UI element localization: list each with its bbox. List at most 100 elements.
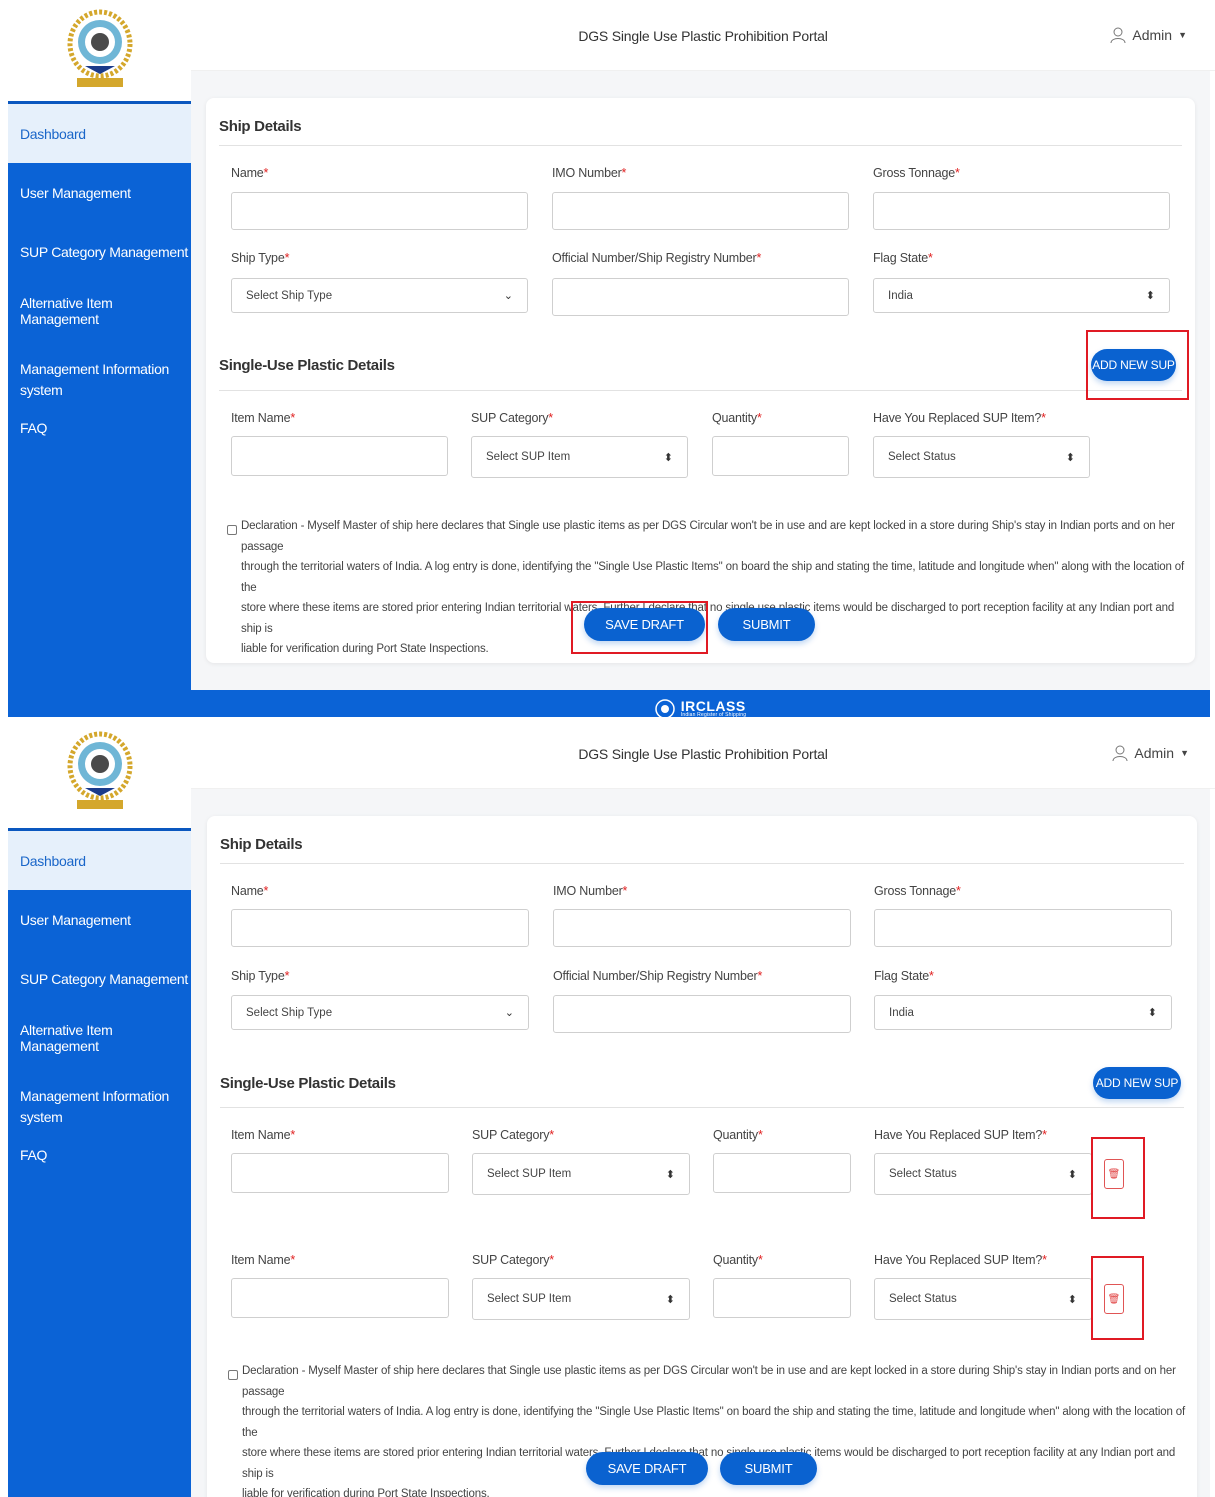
replaced-label: Have You Replaced SUP Item?*: [874, 1128, 1047, 1142]
sidebar-item-sup-category-management[interactable]: SUP Category Management: [8, 222, 191, 281]
sidebar-item-mis[interactable]: Management Information system: [8, 1067, 191, 1147]
highlight-delete-row-2: [1091, 1256, 1144, 1340]
sort-arrows-icon: ⬍: [1067, 1293, 1077, 1306]
official-number-label: Official Number/Ship Registry Number*: [553, 969, 763, 983]
sidebar-item-user-management[interactable]: User Management: [8, 890, 191, 949]
official-number-input[interactable]: [552, 278, 849, 316]
flag-state-select[interactable]: India ⬍: [873, 278, 1170, 313]
item-name-input[interactable]: [231, 1278, 449, 1318]
user-menu[interactable]: Admin ▼: [1112, 745, 1189, 761]
sort-arrows-icon: ⬍: [1147, 1007, 1157, 1019]
sidebar: Dashboard User Management SUP Category M…: [8, 717, 191, 1497]
sidebar-item-faq[interactable]: FAQ: [8, 1147, 191, 1187]
replaced-select[interactable]: Select Status ⬍: [873, 436, 1090, 478]
sidebar-item-alternative-item-management[interactable]: Alternative Item Management: [8, 1008, 191, 1067]
sidebar-item-faq[interactable]: FAQ: [8, 420, 191, 460]
sidebar-item-user-management[interactable]: User Management: [8, 163, 191, 222]
quantity-input[interactable]: [712, 436, 849, 476]
name-input[interactable]: [231, 192, 528, 230]
sidebar-item-label: FAQ: [20, 420, 48, 436]
gross-tonnage-label: Gross Tonnage*: [873, 166, 960, 180]
add-new-sup-button[interactable]: ADD NEW SUP: [1093, 1067, 1181, 1099]
sidebar-item-label: Dashboard: [20, 125, 86, 142]
screenshot-after: Dashboard User Management SUP Category M…: [0, 717, 1215, 1497]
user-icon: [1110, 27, 1126, 43]
replaced-select[interactable]: Select Status ⬍: [874, 1278, 1092, 1320]
declaration-checkbox[interactable]: [228, 1370, 238, 1380]
official-number-label: Official Number/Ship Registry Number*: [552, 251, 762, 265]
ship-type-select[interactable]: Select Ship Type ⌄: [231, 278, 528, 313]
declaration-text: Declaration - Myself Master of ship here…: [241, 520, 1185, 655]
highlight-delete-row-1: [1091, 1137, 1145, 1219]
sidebar-item-label: Alternative Item Management: [20, 1021, 113, 1054]
save-draft-button[interactable]: SAVE DRAFT: [586, 1452, 708, 1485]
flag-state-label: Flag State*: [873, 251, 933, 265]
gross-tonnage-input[interactable]: [874, 909, 1172, 947]
imo-label: IMO Number*: [552, 166, 627, 180]
header: DGS Single Use Plastic Prohibition Porta…: [191, 717, 1215, 789]
sidebar-item-label: SUP Category Management: [20, 970, 188, 987]
sup-details-title: Single-Use Plastic Details: [219, 357, 395, 374]
sort-arrows-icon: ⬍: [1067, 1168, 1077, 1181]
flag-state-select[interactable]: India ⬍: [874, 995, 1172, 1030]
gross-tonnage-input[interactable]: [873, 192, 1170, 230]
sup-category-value: Select SUP Item: [487, 1293, 572, 1305]
ship-form-card: Ship Details Name* IMO Number* Gross Ton…: [207, 816, 1197, 1497]
sidebar-item-dashboard[interactable]: Dashboard: [8, 104, 191, 163]
item-name-input[interactable]: [231, 1153, 449, 1193]
highlight-add-new-sup: [1086, 330, 1189, 400]
official-number-input[interactable]: [553, 995, 851, 1033]
sort-arrows-icon: ⬍: [665, 1293, 675, 1306]
item-name-label: Item Name*: [231, 1253, 295, 1267]
sup-category-label: SUP Category*: [472, 1253, 554, 1267]
sort-arrows-icon: ⬍: [665, 1168, 675, 1181]
sup-category-label: SUP Category*: [472, 1128, 554, 1142]
gross-tonnage-label: Gross Tonnage*: [874, 884, 961, 898]
ship-type-value: Select Ship Type: [246, 289, 333, 302]
chevron-down-icon: ⌄: [504, 1007, 514, 1019]
sort-arrows-icon: ⬍: [663, 451, 673, 464]
sidebar-item-sup-category-management[interactable]: SUP Category Management: [8, 949, 191, 1008]
sup-category-select[interactable]: Select SUP Item ⬍: [471, 436, 688, 478]
sidebar-item-alternative-item-management[interactable]: Alternative Item Management: [8, 281, 191, 340]
ship-type-value: Select Ship Type: [246, 1006, 333, 1019]
user-menu[interactable]: Admin ▼: [1110, 27, 1187, 43]
dgs-emblem-icon: [67, 731, 132, 809]
sidebar-item-label: SUP Category Management: [20, 243, 188, 260]
name-label: Name*: [231, 166, 269, 180]
quantity-label: Quantity*: [713, 1128, 763, 1142]
replaced-label: Have You Replaced SUP Item?*: [873, 411, 1046, 425]
footer-brand: IRCLASS Indian Register of Shipping: [680, 697, 747, 718]
divider: [220, 863, 1184, 864]
imo-input[interactable]: [553, 909, 851, 947]
sidebar-item-label: Dashboard: [20, 852, 86, 869]
replaced-select[interactable]: Select Status ⬍: [874, 1153, 1092, 1195]
sup-category-select[interactable]: Select SUP Item ⬍: [472, 1153, 690, 1195]
sup-category-select[interactable]: Select SUP Item ⬍: [472, 1278, 690, 1320]
sidebar-item-dashboard[interactable]: Dashboard: [8, 831, 191, 890]
flag-state-label: Flag State*: [874, 969, 934, 983]
declaration-checkbox[interactable]: [227, 525, 237, 535]
header: DGS Single Use Plastic Prohibition Porta…: [191, 0, 1215, 71]
submit-button[interactable]: SUBMIT: [718, 608, 815, 641]
replaced-value: Select Status: [888, 451, 956, 463]
ship-type-select[interactable]: Select Ship Type ⌄: [231, 995, 529, 1030]
sidebar-item-label: FAQ: [20, 1147, 48, 1163]
chevron-down-icon: ⌄: [503, 290, 513, 302]
divider: [220, 1107, 1184, 1108]
quantity-input[interactable]: [713, 1153, 851, 1193]
quantity-input[interactable]: [713, 1278, 851, 1318]
ship-type-label: Ship Type*: [231, 251, 290, 265]
name-input[interactable]: [231, 909, 529, 947]
sort-arrows-icon: ⬍: [1145, 290, 1155, 302]
ship-form-card: Ship Details Name* IMO Number* Gross Ton…: [206, 98, 1195, 663]
sidebar-item-label: Management Information system: [20, 361, 170, 398]
item-name-input[interactable]: [231, 436, 448, 476]
flag-state-value: India: [889, 1006, 914, 1019]
item-name-label: Item Name*: [231, 411, 295, 425]
sidebar-item-mis[interactable]: Management Information system: [8, 340, 191, 420]
imo-input[interactable]: [552, 192, 849, 230]
quantity-label: Quantity*: [712, 411, 762, 425]
submit-button[interactable]: SUBMIT: [720, 1452, 817, 1485]
sidebar-item-label: Alternative Item Management: [20, 294, 113, 327]
